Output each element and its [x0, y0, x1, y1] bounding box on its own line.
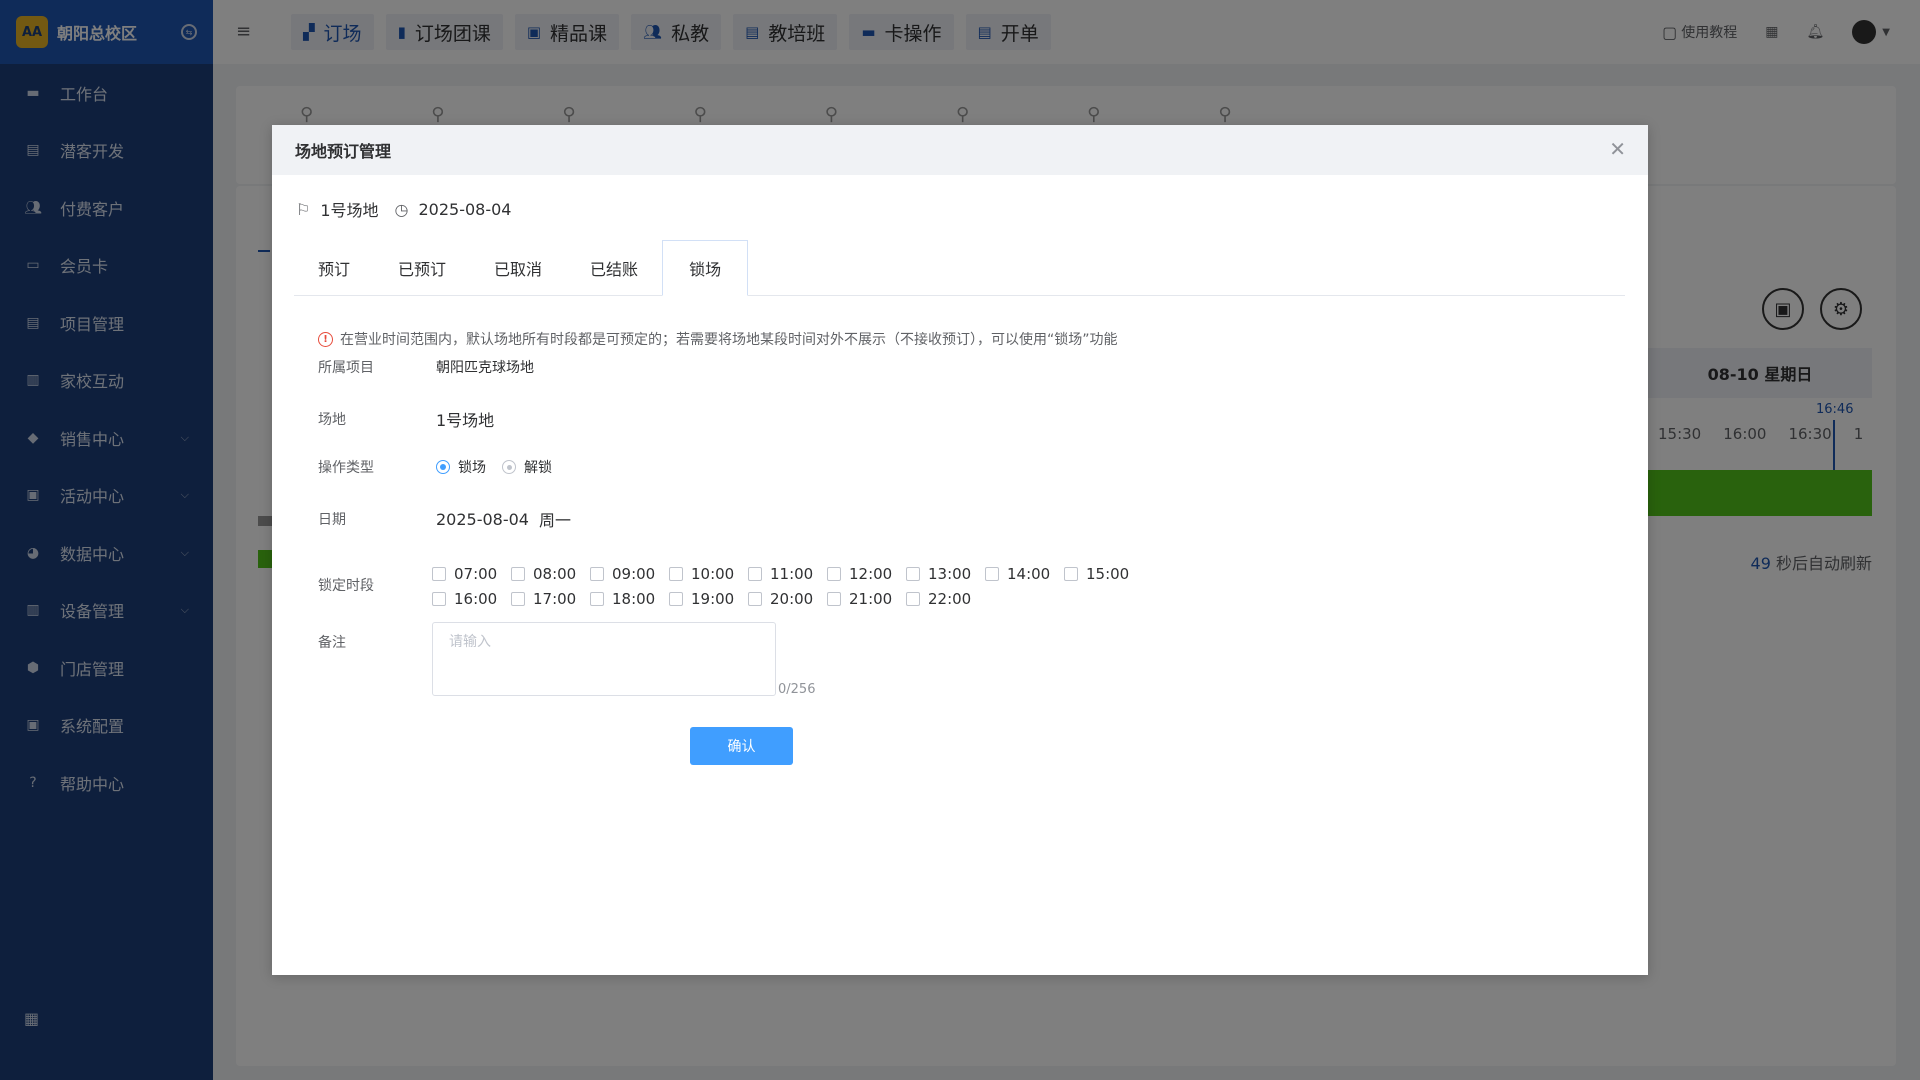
- time-slot-checkbox[interactable]: 16:00: [432, 590, 511, 608]
- time-slot-label: 16:00: [454, 590, 498, 608]
- checkbox-box[interactable]: [827, 592, 841, 606]
- checkbox-box[interactable]: [590, 592, 604, 606]
- dialog-header: 场地预订管理 ✕: [272, 125, 1648, 175]
- checkbox-box[interactable]: [985, 567, 999, 581]
- lock-notice: ! 在营业时间范围内，默认场地所有时段都是可预定的；若需要将场地某段时间对外不展…: [318, 329, 1118, 349]
- time-slot-label: 20:00: [770, 590, 814, 608]
- radio-unlock-label: 解锁: [524, 460, 552, 476]
- dialog-tab[interactable]: 锁场: [662, 240, 749, 296]
- checkbox-box[interactable]: [906, 567, 920, 581]
- time-slot-checkbox[interactable]: 21:00: [827, 590, 906, 608]
- venue-value: 1号场地: [436, 411, 495, 430]
- time-slot-checkbox[interactable]: 11:00: [748, 565, 827, 583]
- time-slot-label: 07:00: [454, 565, 498, 583]
- radio-unlock-dot[interactable]: [502, 460, 516, 474]
- time-slot-label: 22:00: [928, 590, 972, 608]
- checkbox-box[interactable]: [906, 592, 920, 606]
- weekday-value: 周一: [538, 511, 571, 530]
- project-row: 所属项目 朝阳匹克球场地: [318, 357, 534, 377]
- radio-lock-dot[interactable]: [436, 460, 450, 474]
- date-value: 2025-08-04: [436, 509, 529, 529]
- meta-venue: 1号场地: [320, 201, 379, 220]
- flag-icon: ⚐: [296, 199, 311, 219]
- warning-icon: !: [318, 331, 333, 347]
- dialog-meta: ⚐ 1号场地 ◷ 2025-08-04: [296, 197, 511, 221]
- dialog-tab[interactable]: 已结账: [566, 240, 662, 296]
- time-slot-checkbox[interactable]: 08:00: [511, 565, 590, 583]
- time-slot-checkbox[interactable]: 13:00: [906, 565, 985, 583]
- date-row: 日期 2025-08-04 周一: [318, 507, 571, 531]
- project-label: 所属项目: [318, 360, 374, 376]
- checkbox-box[interactable]: [432, 567, 446, 581]
- operation-row: 操作类型 锁场 解锁: [318, 457, 568, 477]
- time-slot-label: 15:00: [1086, 565, 1130, 583]
- time-slot-label: 14:00: [1007, 565, 1051, 583]
- meta-date: 2025-08-04: [418, 199, 512, 219]
- radio-unlock[interactable]: 解锁: [502, 457, 552, 477]
- time-slot-label: 08:00: [533, 565, 577, 583]
- time-slot-checkbox[interactable]: 22:00: [906, 590, 985, 608]
- checkbox-box[interactable]: [432, 592, 446, 606]
- time-slot-checkbox[interactable]: 10:00: [669, 565, 748, 583]
- time-slot-label: 12:00: [849, 565, 893, 583]
- clock-icon: ◷: [394, 199, 409, 219]
- dialog-tab[interactable]: 预订: [294, 240, 374, 296]
- checkbox-box[interactable]: [669, 592, 683, 606]
- slot-label: 锁定时段: [318, 578, 374, 594]
- checkbox-box[interactable]: [669, 567, 683, 581]
- time-slot-checkbox[interactable]: 15:00: [1064, 565, 1143, 583]
- checkbox-box[interactable]: [590, 567, 604, 581]
- time-slot-label: 19:00: [691, 590, 735, 608]
- time-slot-label: 17:00: [533, 590, 577, 608]
- time-slot-label: 13:00: [928, 565, 972, 583]
- venue-row: 场地 1号场地: [318, 407, 494, 431]
- dialog-tabs: 预订 已预订 已取消 已结账 锁场: [294, 240, 1625, 296]
- time-slot-checkbox[interactable]: 14:00: [985, 565, 1064, 583]
- time-slot-label: 21:00: [849, 590, 893, 608]
- time-slot-checkbox[interactable]: 20:00: [748, 590, 827, 608]
- radio-lock-label: 锁场: [458, 460, 486, 476]
- time-slot-label: 11:00: [770, 565, 814, 583]
- time-slot-label: 18:00: [612, 590, 656, 608]
- time-slot-checkbox[interactable]: 17:00: [511, 590, 590, 608]
- remark-textarea[interactable]: 请输入: [432, 622, 776, 696]
- dialog-tab[interactable]: 已取消: [470, 240, 566, 296]
- time-slot-checkbox[interactable]: 09:00: [590, 565, 669, 583]
- remark-label: 备注: [318, 635, 346, 651]
- checkbox-box[interactable]: [748, 567, 762, 581]
- operation-label: 操作类型: [318, 460, 374, 476]
- checkbox-box[interactable]: [1064, 567, 1078, 581]
- time-slot-grid: 07:00 08:00 09:00 10:00 11:00 12:00 13:00 14:00…: [432, 565, 1143, 608]
- date-label: 日期: [318, 512, 346, 528]
- project-value: 朝阳匹克球场地: [436, 360, 534, 376]
- time-slot-checkbox[interactable]: 12:00: [827, 565, 906, 583]
- time-slot-checkbox[interactable]: 18:00: [590, 590, 669, 608]
- time-slot-checkbox[interactable]: 19:00: [669, 590, 748, 608]
- notice-text: 在营业时间范围内，默认场地所有时段都是可预定的；若需要将场地某段时间对外不展示（…: [340, 332, 1118, 348]
- time-slot-label: 09:00: [612, 565, 656, 583]
- radio-lock[interactable]: 锁场: [436, 457, 486, 477]
- checkbox-box[interactable]: [748, 592, 762, 606]
- venue-booking-dialog: 场地预订管理 ✕ ⚐ 1号场地 ◷ 2025-08-04 预订 已预订 已取消 已结账…: [272, 125, 1648, 975]
- checkbox-box[interactable]: [511, 592, 525, 606]
- close-icon[interactable]: ✕: [1609, 139, 1626, 159]
- dialog-tab[interactable]: 已预订: [374, 240, 470, 296]
- checkbox-box[interactable]: [511, 567, 525, 581]
- time-slot-label: 10:00: [691, 565, 735, 583]
- remark-char-count: 0/256: [778, 682, 816, 697]
- venue-label: 场地: [318, 412, 346, 428]
- confirm-button[interactable]: 确认: [690, 727, 793, 765]
- dialog-title: 场地预订管理: [295, 142, 392, 161]
- time-slot-checkbox[interactable]: 07:00: [432, 565, 511, 583]
- checkbox-box[interactable]: [827, 567, 841, 581]
